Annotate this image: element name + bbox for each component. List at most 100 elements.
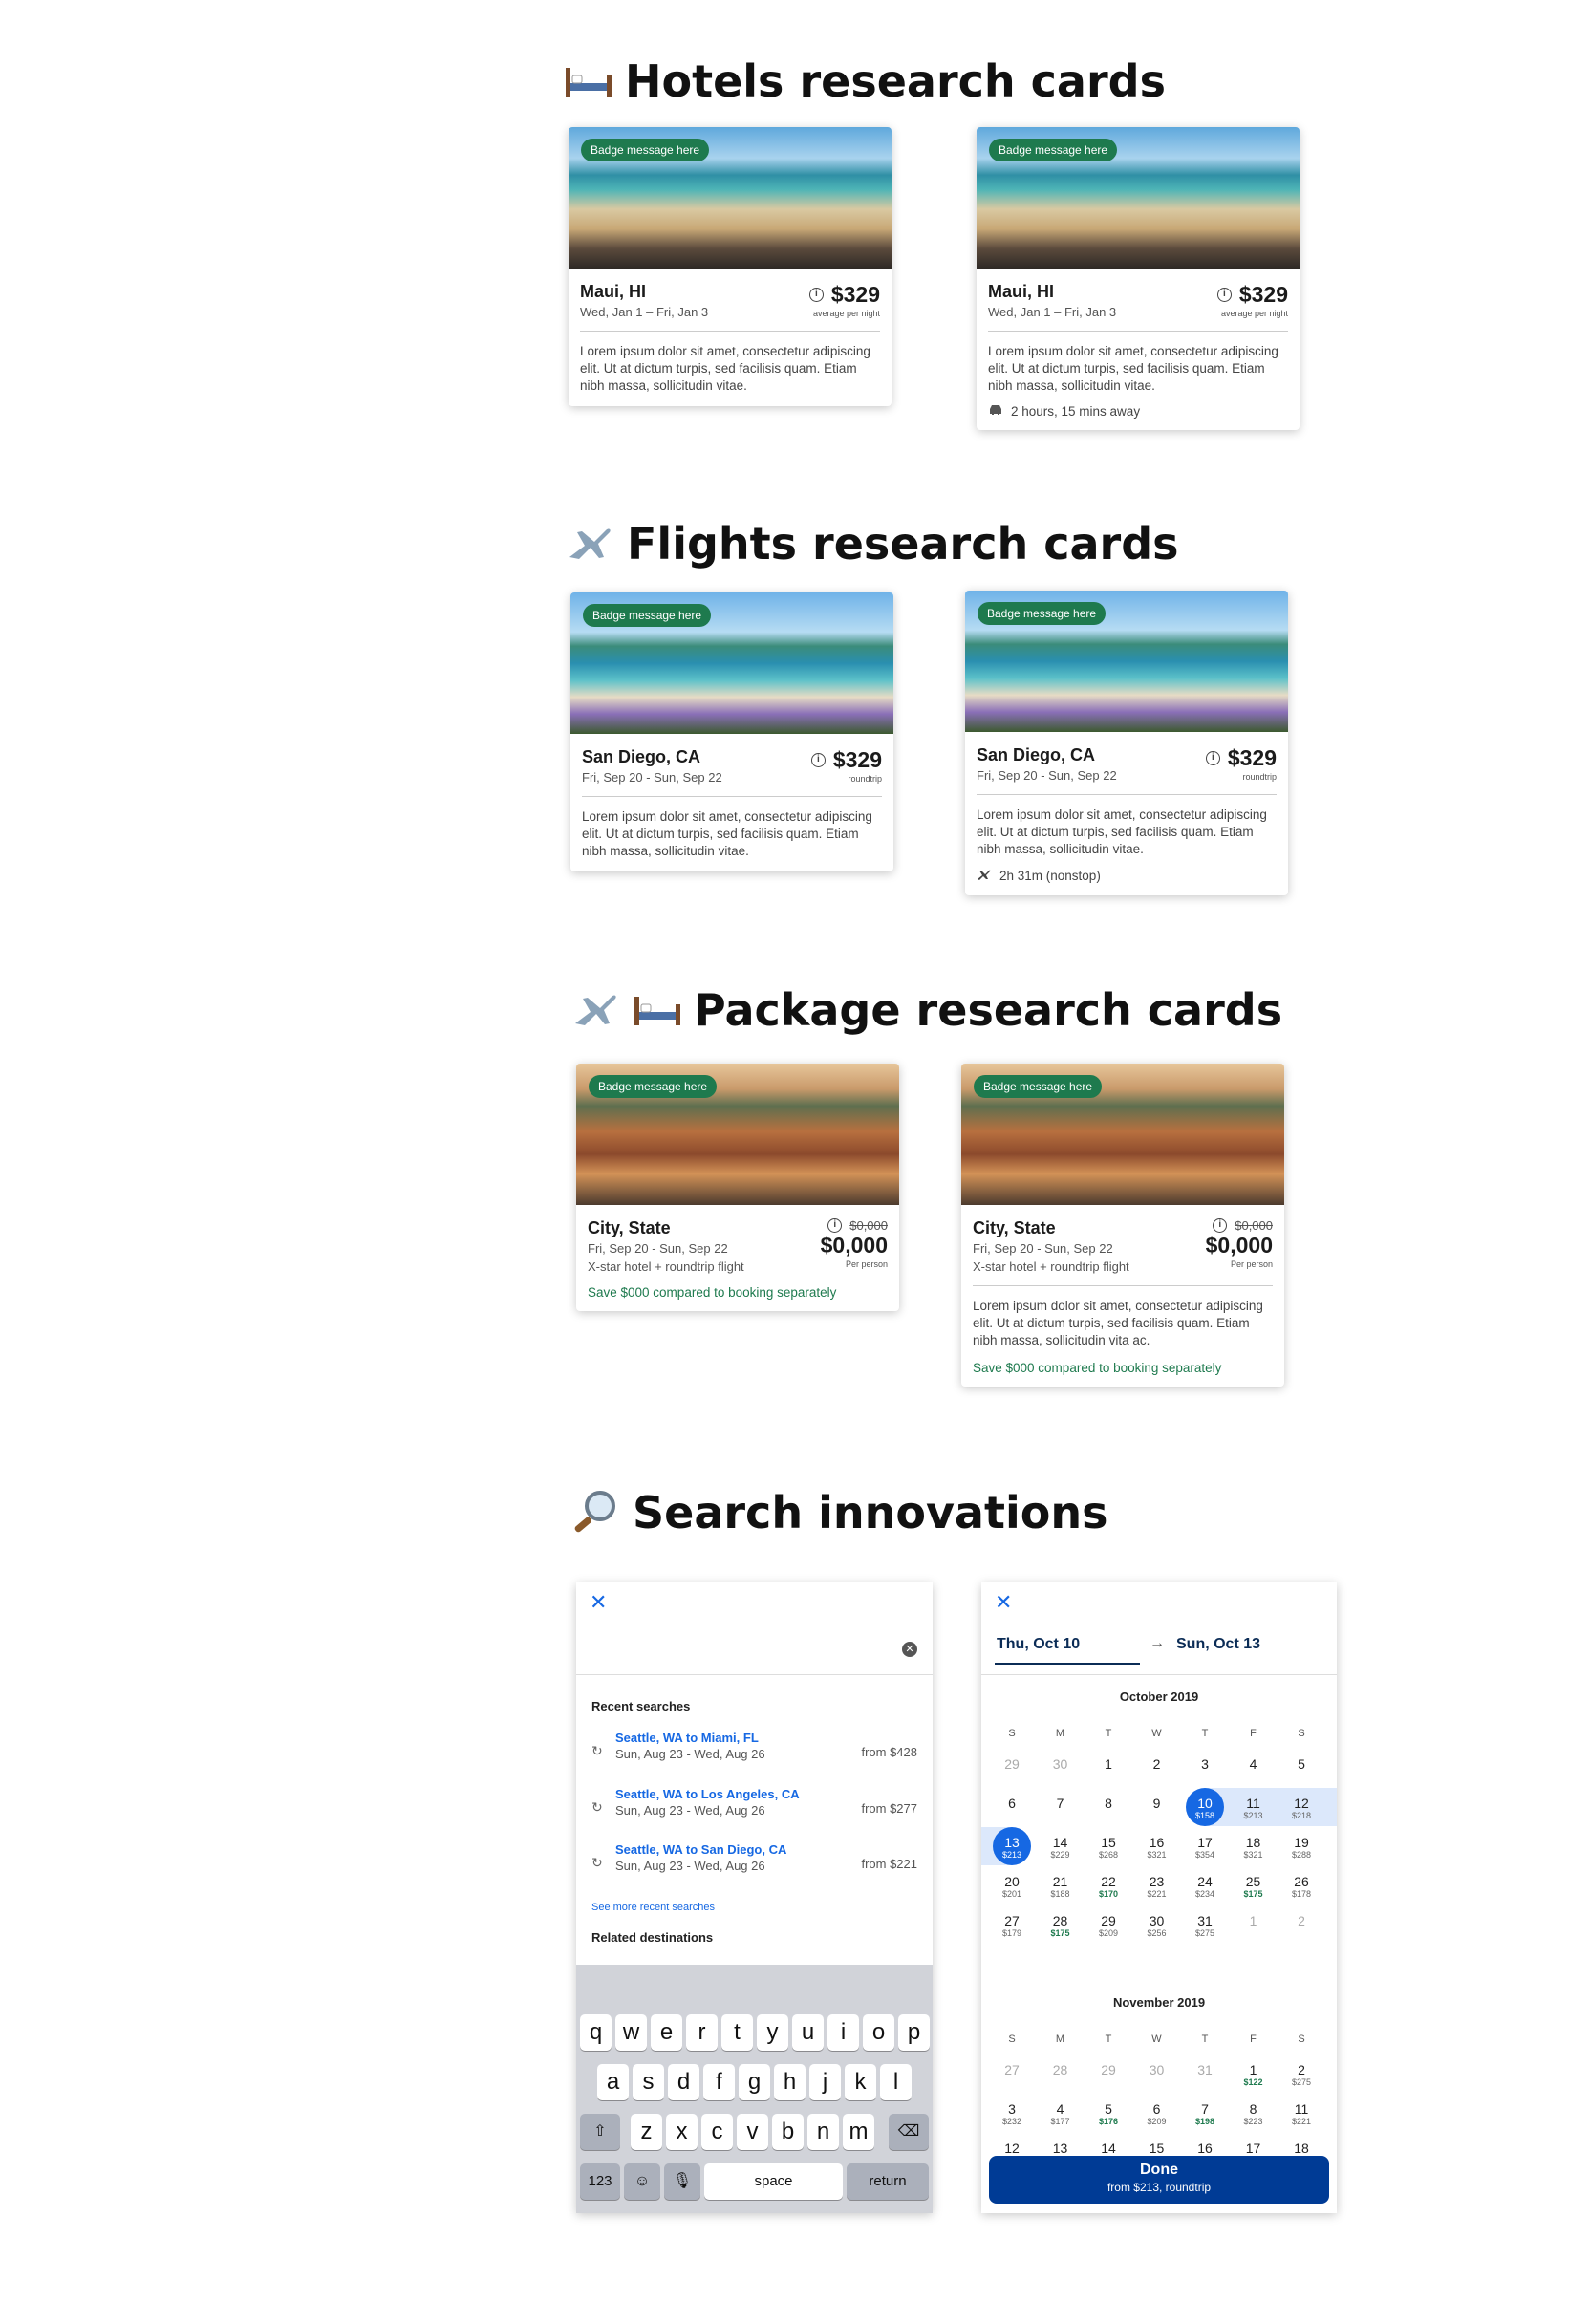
key-a[interactable]: a (597, 2064, 629, 2100)
flight-card-2[interactable]: Badge message here San Diego, CA Fri, Sep… (965, 591, 1288, 895)
done-button[interactable]: Done from $213, roundtrip (989, 2156, 1329, 2204)
key-o[interactable]: o (863, 2014, 894, 2051)
calendar-day[interactable]: 5 (1282, 1749, 1321, 1787)
calendar-day[interactable]: 31 $275 (1186, 1905, 1224, 1944)
arrow-right-icon: → (1150, 1635, 1165, 1651)
calendar-day[interactable]: 27 $179 (993, 1905, 1031, 1944)
calendar-day[interactable]: 4 (1235, 1749, 1273, 1787)
calendar-day[interactable]: 8 (1089, 1788, 1128, 1826)
calendar-day[interactable]: 6 $209 (1138, 2094, 1176, 2132)
info-icon[interactable]: i (810, 753, 826, 767)
calendar-day[interactable]: 13 $213 (993, 1827, 1031, 1865)
key-n[interactable]: n (807, 2114, 839, 2150)
key-i[interactable]: i (827, 2014, 859, 2051)
calendar-day[interactable]: 10 $158 (1186, 1788, 1224, 1826)
end-date[interactable]: Sun, Oct 13 (1176, 1636, 1260, 1653)
calendar-day[interactable]: 15 $268 (1089, 1827, 1128, 1865)
flight-image: Badge message here (570, 592, 893, 734)
package-card-1[interactable]: Badge message here City, State Fri, Sep 2… (576, 1064, 899, 1311)
key-z[interactable]: z (631, 2114, 662, 2150)
info-icon[interactable]: i (1205, 751, 1220, 765)
calendar-day[interactable]: 1 $122 (1235, 2055, 1273, 2093)
info-icon[interactable]: i (1216, 288, 1232, 302)
calendar-day[interactable]: 4 $177 (1042, 2094, 1080, 2132)
emoji-key[interactable]: ☺ (624, 2163, 660, 2200)
key-l[interactable]: l (880, 2064, 912, 2100)
key-s[interactable]: s (633, 2064, 664, 2100)
info-icon[interactable]: i (808, 288, 824, 302)
calendar-day[interactable]: 24 $234 (1186, 1866, 1224, 1904)
package-card-2[interactable]: Badge message here City, State Fri, Sep 2… (961, 1064, 1284, 1387)
day-number: 7 (1056, 1796, 1064, 1811)
calendar-day[interactable]: 11 $213 (1235, 1788, 1273, 1826)
calendar-day[interactable]: 17 $354 (1186, 1827, 1224, 1865)
key-t[interactable]: t (721, 2014, 753, 2051)
close-icon[interactable]: ✕ (995, 1590, 1012, 1615)
space-key[interactable]: space (704, 2163, 843, 2200)
calendar-day[interactable]: 5 $176 (1089, 2094, 1128, 2132)
day-number: 19 (1294, 1835, 1309, 1850)
calendar-day[interactable]: 23 $221 (1138, 1866, 1176, 1904)
key-y[interactable]: y (757, 2014, 788, 2051)
key-x[interactable]: x (666, 2114, 698, 2150)
calendar-day[interactable]: 20 $201 (993, 1866, 1031, 1904)
calendar-day[interactable]: 11 $221 (1282, 2094, 1321, 2132)
calendar-day[interactable]: 3 $232 (993, 2094, 1031, 2132)
backspace-key[interactable]: ⌫ (889, 2114, 929, 2150)
key-k[interactable]: k (845, 2064, 876, 2100)
key-v[interactable]: v (737, 2114, 768, 2150)
calendar-day[interactable]: 12 $218 (1282, 1788, 1321, 1826)
key-e[interactable]: e (651, 2014, 682, 2051)
key-r[interactable]: r (686, 2014, 718, 2051)
key-j[interactable]: j (809, 2064, 841, 2100)
hotel-card-2[interactable]: Badge message here Maui, HI Wed, Jan 1 – … (977, 127, 1300, 430)
calendar-day[interactable]: 14 $229 (1042, 1827, 1080, 1865)
key-c[interactable]: c (701, 2114, 733, 2150)
see-more-link[interactable]: See more recent searches (591, 1902, 715, 1913)
calendar-day[interactable]: 16 $321 (1138, 1827, 1176, 1865)
key-u[interactable]: u (792, 2014, 824, 2051)
calendar-day[interactable]: 21 $188 (1042, 1866, 1080, 1904)
info-icon[interactable]: i (1213, 1218, 1228, 1233)
recent-search-item[interactable]: ↻ Seattle, WA to Miami, FL Sun, Aug 23 -… (591, 1731, 917, 1769)
calendar-day[interactable]: 1 (1089, 1749, 1128, 1787)
shift-key[interactable]: ⇧ (580, 2114, 620, 2150)
day-price: $175 (1243, 1889, 1263, 1899)
calendar-day[interactable]: 2 (1138, 1749, 1176, 1787)
key-q[interactable]: q (580, 2014, 612, 2051)
calendar-day[interactable]: 3 (1186, 1749, 1224, 1787)
calendar-day[interactable]: 2 $275 (1282, 2055, 1321, 2093)
calendar-day[interactable]: 30 $256 (1138, 1905, 1176, 1944)
key-p[interactable]: p (898, 2014, 930, 2051)
calendar-day[interactable]: 25 $175 (1235, 1866, 1273, 1904)
return-key[interactable]: return (847, 2163, 929, 2200)
calendar-day[interactable]: 22 $170 (1089, 1866, 1128, 1904)
recent-search-item[interactable]: ↻ Seattle, WA to San Diego, CA Sun, Aug … (591, 1842, 917, 1881)
calendar-day[interactable]: 19 $288 (1282, 1827, 1321, 1865)
calendar-day[interactable]: 26 $178 (1282, 1866, 1321, 1904)
calendar-day[interactable]: 8 $223 (1235, 2094, 1273, 2132)
microphone-key[interactable]: 🎙 (664, 2163, 700, 2200)
key-f[interactable]: f (703, 2064, 735, 2100)
calendar-day[interactable]: 6 (993, 1788, 1031, 1826)
key-m[interactable]: m (843, 2114, 874, 2150)
calendar-day[interactable]: 28 $175 (1042, 1905, 1080, 1944)
close-icon[interactable]: ✕ (590, 1590, 607, 1615)
recent-search-item[interactable]: ↻ Seattle, WA to Los Angeles, CA Sun, Au… (591, 1787, 917, 1825)
calendar-day[interactable]: 7 $198 (1186, 2094, 1224, 2132)
flight-card-1[interactable]: Badge message here San Diego, CA Fri, Sep… (570, 592, 893, 872)
start-date[interactable]: Thu, Oct 10 (997, 1636, 1080, 1653)
key-h[interactable]: h (774, 2064, 806, 2100)
calendar-day[interactable]: 9 (1138, 1788, 1176, 1826)
key-d[interactable]: d (668, 2064, 699, 2100)
key-b[interactable]: b (772, 2114, 804, 2150)
key-g[interactable]: g (739, 2064, 770, 2100)
clear-icon[interactable]: ✕ (902, 1642, 917, 1657)
key-w[interactable]: w (615, 2014, 647, 2051)
calendar-day[interactable]: 18 $321 (1235, 1827, 1273, 1865)
numbers-key[interactable]: 123 (580, 2163, 620, 2200)
hotel-card-1[interactable]: Badge message here Maui, HI Wed, Jan 1 – … (569, 127, 892, 406)
calendar-day[interactable]: 7 (1042, 1788, 1080, 1826)
info-icon[interactable]: i (827, 1218, 843, 1233)
calendar-day[interactable]: 29 $209 (1089, 1905, 1128, 1944)
